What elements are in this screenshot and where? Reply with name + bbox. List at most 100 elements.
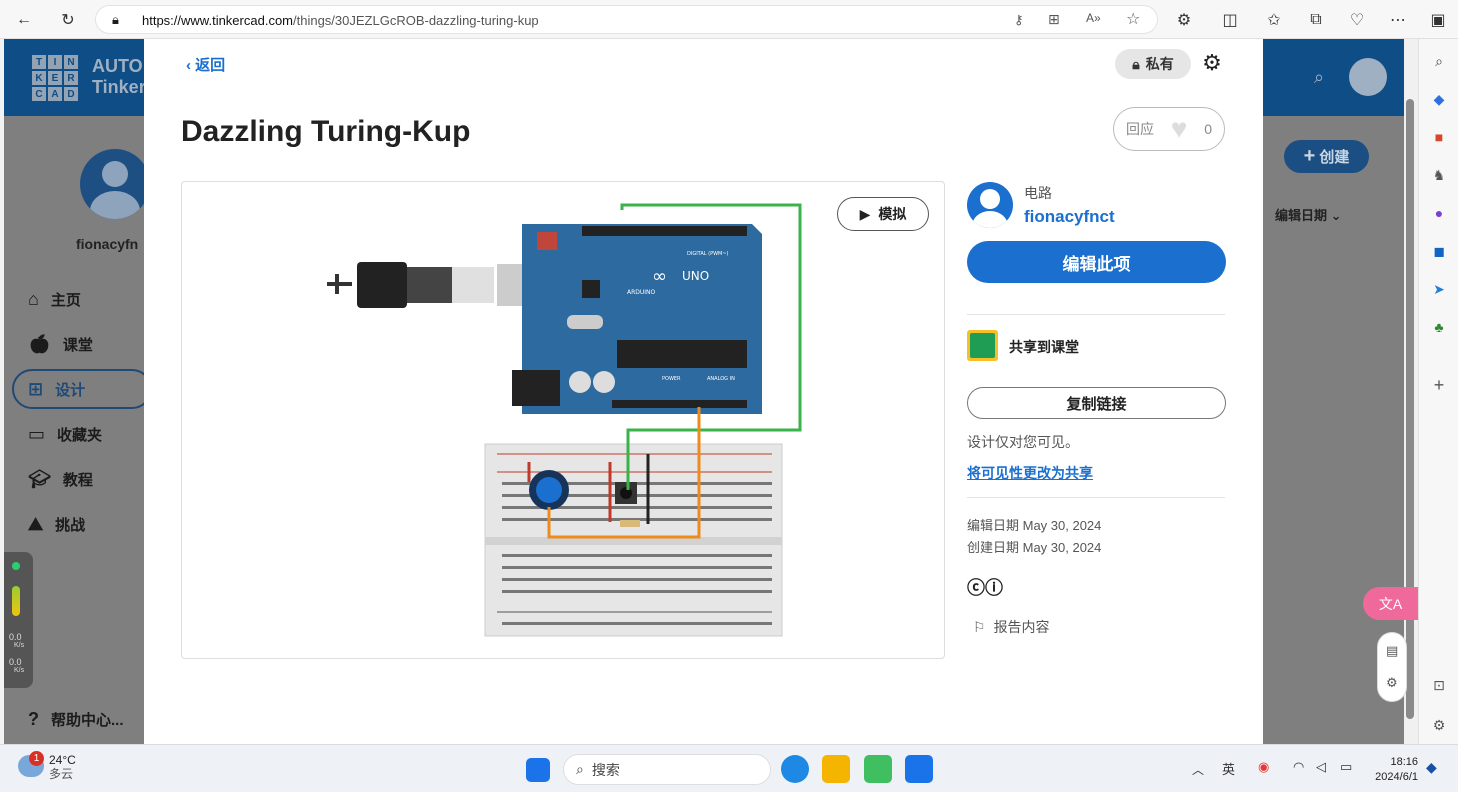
edge-browser-icon[interactable] (781, 755, 809, 783)
visibility-note: 设计仅对您可见。 (967, 434, 1079, 450)
scrollbar-thumb[interactable] (1406, 99, 1414, 719)
windows-start-icon[interactable] (526, 758, 550, 782)
read-aloud-icon[interactable]: A» (1086, 11, 1101, 25)
svg-text:DIGITAL (PWM~): DIGITAL (PWM~) (687, 251, 729, 257)
copy-link-button[interactable]: 复制链接 (967, 387, 1226, 419)
search-icon[interactable]: ⌕ (1314, 67, 1324, 88)
volume-icon[interactable]: ◁ (1316, 759, 1326, 775)
author-avatar[interactable] (967, 182, 1013, 228)
nav-favorites[interactable]: ▭ 收藏夹 (28, 424, 102, 445)
creative-commons-icon[interactable]: ⓒⓘ (967, 574, 1003, 600)
split-screen-icon[interactable]: ◫ (1218, 8, 1242, 32)
sort-dropdown[interactable]: 编辑日期 ⌄ (1275, 205, 1342, 224)
translate-button[interactable]: 文A (1363, 587, 1418, 620)
chevron-up-icon[interactable]: ︿ (1192, 761, 1204, 778)
settings-icon[interactable]: ⚙︎ (1386, 675, 1398, 691)
graduation-cap-icon: 🎓︎ (28, 469, 51, 489)
document-icon[interactable]: ▤ (1386, 643, 1398, 659)
favorite-star-icon[interactable]: ☆ (1126, 9, 1140, 29)
lock-icon: 🔒︎ (112, 12, 119, 27)
browser-toolbar: ← ↻ 🔒︎ https://www.tinkercad.com/things/… (0, 0, 1458, 39)
url-text: https://www.tinkercad.com/things/30JEZLG… (142, 13, 539, 28)
system-clock[interactable]: 18:16 2024/6/1 (1368, 755, 1418, 785)
add-icon[interactable]: + (1429, 375, 1449, 395)
nav-challenges[interactable]: ⛰︎ 挑战 (28, 514, 85, 535)
network-speed-widget: 0.0 K/s 0.0 K/s (4, 552, 33, 688)
battery-icon[interactable]: ▭ (1340, 759, 1352, 775)
app-tray-icon[interactable]: ◉ (1258, 759, 1269, 775)
collections-icon[interactable]: ⧉ (1304, 8, 1328, 32)
design-title: Dazzling Turing-Kup (181, 115, 471, 148)
folder-icon: ▭ (28, 424, 46, 444)
notification-bell-icon[interactable]: ◆ (1426, 759, 1437, 776)
tinkercad-logo[interactable]: TIN KER CAD (32, 55, 78, 101)
sidebar-toggle-icon[interactable]: ▣ (1426, 8, 1450, 32)
tree-icon[interactable]: ♣ (1429, 317, 1449, 337)
performance-icon[interactable]: ♡ (1345, 8, 1369, 32)
edge-sidebar: ⌕ ◆ ■ ♞ ● ◼ ➤ ♣ + ⊡ ⚙︎ (1418, 39, 1458, 744)
plus-icon: + (1303, 145, 1316, 167)
edited-date: 编辑日期 May 30, 2024 (967, 518, 1102, 533)
wechat-icon[interactable] (864, 755, 892, 783)
refresh-icon[interactable]: ↻ (56, 8, 80, 32)
simulate-button[interactable]: ▶ 模拟 (837, 197, 929, 231)
svg-text:ARDUINO: ARDUINO (627, 289, 656, 296)
apple-icon: 🍎︎ (28, 334, 51, 354)
nav-designs[interactable]: ⊞ 设计 (28, 379, 85, 400)
windows-taskbar: 1 24°C 多云 ⌕ 搜索 ︿ 英 ◉ ◠ ◁ ▭ 18:16 2024/6/1 ◆ (0, 744, 1458, 792)
profile-avatar[interactable] (80, 149, 150, 219)
create-button[interactable]: + 创建 (1284, 140, 1369, 173)
search-icon[interactable]: ⌕ (1429, 51, 1449, 71)
page-scrollbar[interactable] (1404, 39, 1418, 744)
edit-button[interactable]: 编辑此项 (967, 241, 1226, 283)
outlook-icon[interactable]: ◼ (1429, 241, 1449, 261)
more-icon[interactable]: ⋯ (1386, 8, 1410, 32)
address-bar[interactable]: 🔒︎ https://www.tinkercad.com/things/30JE… (95, 5, 1158, 34)
divider (967, 497, 1225, 498)
design-category: 电路 (1024, 185, 1052, 201)
user-avatar[interactable] (1349, 58, 1387, 96)
apps-icon[interactable]: ⊞ (1048, 11, 1060, 28)
privacy-badge[interactable]: 🔒︎ 私有 (1115, 49, 1191, 79)
created-date: 创建日期 May 30, 2024 (967, 540, 1102, 555)
nav-classroom[interactable]: 🍎︎ 课堂 (28, 334, 93, 355)
circuit-preview[interactable]: ∞ UNO ARDUINO DIGITAL (PWM~) ANALOG IN P… (181, 181, 945, 659)
chevron-down-icon: ⌄ (1330, 208, 1342, 223)
screenshot-icon[interactable]: ⊡ (1429, 675, 1449, 695)
google-classroom-icon[interactable] (967, 330, 998, 361)
back-arrow-icon[interactable]: ← (12, 8, 36, 32)
like-button[interactable]: 回应 ♥ 0 (1113, 107, 1225, 151)
key-icon[interactable]: ⚷ (1014, 12, 1024, 28)
flag-icon: ⚐ (973, 618, 986, 635)
app-icon[interactable] (905, 755, 933, 783)
copilot-icon[interactable]: ● (1429, 203, 1449, 223)
games-icon[interactable]: ♞ (1429, 165, 1449, 185)
search-icon: ⌕ (576, 761, 584, 777)
report-content-link[interactable]: ⚐ 报告内容 (973, 617, 1050, 637)
wifi-icon[interactable]: ◠ (1293, 759, 1304, 775)
nav-home[interactable]: ⌂ 主页 (28, 289, 81, 310)
taskbar-search[interactable]: ⌕ 搜索 (563, 754, 771, 785)
nav-help[interactable]: ? 帮助中心... (28, 709, 124, 730)
tools-icon[interactable]: ■ (1429, 127, 1449, 147)
favorites-icon[interactable]: ✩ (1262, 8, 1286, 32)
send-icon[interactable]: ➤ (1429, 279, 1449, 299)
change-visibility-link[interactable]: 将可见性更改为共享 (967, 463, 1093, 483)
lock-icon: 🔒︎ (1132, 55, 1140, 72)
play-icon: ▶ (859, 205, 871, 222)
profile-username: fionacyfn (76, 236, 139, 252)
settings-icon[interactable]: ⚙︎ (1429, 715, 1449, 735)
circuit-image: ∞ UNO ARDUINO DIGITAL (PWM~) ANALOG IN P… (327, 203, 802, 637)
file-explorer-icon[interactable] (822, 755, 850, 783)
share-to-classroom[interactable]: 共享到课堂 (1009, 337, 1079, 357)
ime-icon[interactable]: 英 (1222, 759, 1235, 778)
svg-text:∞: ∞ (652, 266, 667, 287)
back-link[interactable]: ‹ 返回 (186, 54, 225, 75)
gear-icon[interactable]: ⚙ (1200, 51, 1224, 75)
extensions-icon[interactable]: ⚙︎ (1172, 8, 1196, 32)
author-link[interactable]: fionacyfnct (1024, 207, 1115, 227)
like-count: 0 (1204, 121, 1212, 137)
shopping-tag-icon[interactable]: ◆ (1429, 89, 1449, 109)
nav-tutorials[interactable]: 🎓︎ 教程 (28, 469, 93, 490)
weather-widget[interactable]: 1 24°C 多云 (18, 751, 76, 781)
